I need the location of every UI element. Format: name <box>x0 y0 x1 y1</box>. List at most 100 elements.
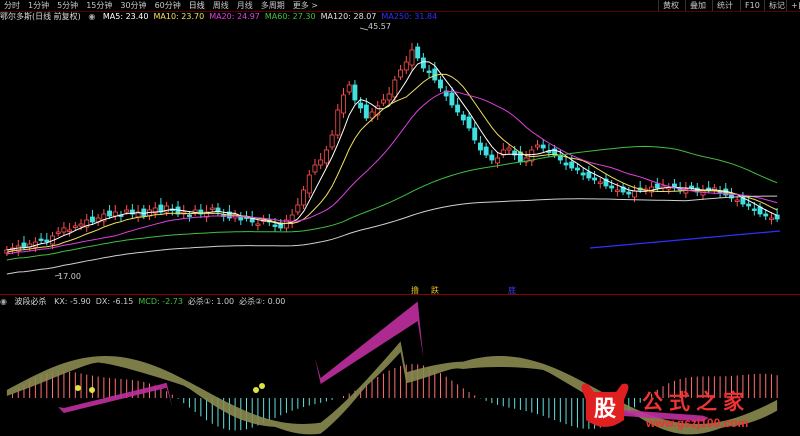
candle-body <box>67 229 73 232</box>
candle-body <box>768 217 774 220</box>
candle-body <box>358 102 364 109</box>
high-price-label: 45.57 <box>368 22 391 31</box>
indicator-settings-icon[interactable]: ◉ <box>0 297 7 306</box>
candle-body <box>432 68 438 81</box>
indicator-title: 波段必杀 <box>14 297 47 306</box>
candle-body <box>72 225 78 228</box>
candle-body <box>301 189 307 206</box>
candle-body <box>592 177 598 181</box>
candle-body <box>426 70 432 73</box>
candle-body <box>380 99 386 104</box>
candle-body <box>295 204 301 213</box>
signal-mark: 撸 <box>411 286 419 295</box>
candle-body <box>632 190 637 198</box>
indicator-legend: ◉ 波段必杀 KX: -5.90 DX: -6.15 MCD: -2.73 必杀①: … <box>0 297 295 307</box>
candle-body <box>689 185 695 189</box>
candle-body <box>420 57 426 69</box>
candle-body <box>112 211 118 217</box>
candle-body <box>774 214 780 220</box>
candle-body <box>89 216 95 223</box>
logo-text: 公式之家 <box>642 389 750 414</box>
high-pointer <box>359 27 369 31</box>
candle-body <box>329 134 335 148</box>
candle-body <box>415 46 421 59</box>
pane-separator <box>0 294 800 295</box>
candle-body <box>563 162 569 166</box>
candle-body <box>477 142 483 151</box>
candle-body <box>21 242 27 248</box>
candle-body <box>346 84 352 93</box>
indicator-legend-item-4: 必杀②: 0.00 <box>239 297 286 306</box>
ma120-line <box>6 195 778 275</box>
candle-body <box>569 161 575 169</box>
candle-body <box>609 185 615 189</box>
indicator-legend-item-1: DX: -6.15 <box>95 297 134 306</box>
kill-signal-dot <box>259 383 265 389</box>
candle-body <box>409 49 415 66</box>
candle-body <box>540 144 546 149</box>
candle-body <box>574 167 580 171</box>
indicator-legend-item-3: 必杀①: 1.00 <box>187 297 235 306</box>
candle-body <box>763 213 769 217</box>
candle-body <box>460 114 466 121</box>
candle-body <box>341 94 346 114</box>
candle-body <box>614 189 620 192</box>
candle-body <box>626 191 632 195</box>
candle-body <box>586 171 592 179</box>
candle-body <box>455 104 461 113</box>
toolbar-separator <box>0 11 800 12</box>
candle-body <box>352 84 358 101</box>
candle-body <box>124 209 130 213</box>
candle-body <box>272 224 278 227</box>
signal-mark: 底 <box>508 286 516 295</box>
candle-body <box>495 157 501 164</box>
candle-body <box>466 116 472 129</box>
candle-body <box>398 69 404 78</box>
indicator-legend-item-2: MCD: -2.73 <box>138 297 183 306</box>
candle-body <box>580 172 586 176</box>
candle-body <box>654 183 660 189</box>
kx-dx-band-pink-2 <box>6 301 778 384</box>
candle-body <box>489 154 495 161</box>
logo-bull-icon: 股 <box>581 383 629 427</box>
candle-body <box>449 92 455 106</box>
candle-body <box>386 93 392 101</box>
candle-body <box>186 214 192 217</box>
low-price-label: 17.00 <box>58 272 81 281</box>
kill-signal-dot <box>89 387 95 393</box>
candle-body <box>238 216 244 221</box>
candle-body <box>363 104 369 119</box>
candle-body <box>141 208 147 217</box>
candle-body <box>483 146 489 156</box>
candle-body <box>107 210 113 217</box>
candle-body <box>61 227 67 233</box>
candle-body <box>255 223 261 226</box>
ma60-line <box>6 145 778 261</box>
watermark-logo: 股 公式之家 www.gszj100.com <box>560 378 800 436</box>
candle-body <box>44 239 50 242</box>
candle-body <box>438 79 443 89</box>
kill-signal-dot <box>75 385 81 391</box>
candlestick-chart[interactable] <box>0 0 800 436</box>
logo-url: www.gszj100.com <box>646 416 749 430</box>
ma20-line <box>6 90 778 255</box>
candle-body <box>55 231 61 234</box>
ma10-line <box>6 73 778 253</box>
candle-body <box>323 149 329 164</box>
candle-body <box>369 111 375 119</box>
candle-body <box>403 61 409 71</box>
candle-body <box>209 207 215 210</box>
candle-body <box>318 159 324 166</box>
logo-mark-text: 股 <box>594 396 616 422</box>
candle-body <box>734 199 740 202</box>
candle-body <box>392 79 398 98</box>
candle-body <box>335 109 341 136</box>
candle-body <box>78 223 84 227</box>
candle-body <box>506 147 512 151</box>
signal-mark: 跌 <box>431 286 439 295</box>
indicator-legend-item-0: KX: -5.90 <box>54 297 91 306</box>
candle-body <box>312 164 318 173</box>
candle-body <box>472 127 478 141</box>
kill-signal-dot <box>253 387 259 393</box>
candle-body <box>597 181 603 184</box>
